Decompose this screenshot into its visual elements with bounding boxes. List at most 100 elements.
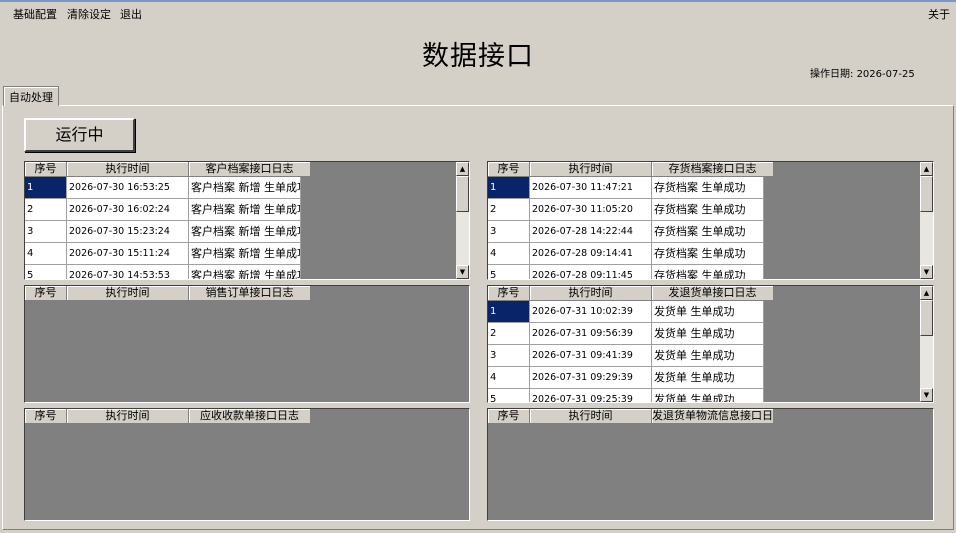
- log-message-cell: 客户档案 新增 生单成功: [189, 243, 301, 265]
- column-header-log[interactable]: 销售订单接口日志: [189, 286, 311, 301]
- exec-time-cell: 2026-07-31 09:41:39: [530, 345, 652, 367]
- exec-time-cell: 2026-07-30 11:05:20: [530, 199, 652, 221]
- table-row[interactable]: 3 2026-07-28 14:22:44 存货档案 生单成功: [488, 221, 764, 243]
- scroll-up-icon[interactable]: ▲: [456, 162, 469, 176]
- log-message-cell: 客户档案 新增 生单成功: [189, 177, 301, 199]
- delivery-logistics-log-grid[interactable]: 序号 执行时间 发退货单物流信息接口日志: [487, 408, 934, 521]
- table-row[interactable]: 1 2026-07-30 16:53:25 客户档案 新增 生单成功: [25, 177, 301, 199]
- row-index-cell: 2: [25, 199, 67, 221]
- running-button[interactable]: 运行中: [24, 118, 135, 152]
- delivery-note-log-grid[interactable]: 序号 执行时间 发退货单接口日志 1 2026-07-31 10:02:39 发货单 生单…: [487, 285, 934, 403]
- scroll-down-icon[interactable]: ▼: [456, 265, 469, 279]
- row-index-cell: 4: [25, 243, 67, 265]
- row-index-cell: 4: [488, 367, 530, 389]
- exec-time-cell: 2026-07-30 15:11:24: [67, 243, 189, 265]
- vertical-scrollbar[interactable]: ▲ ▼: [456, 162, 469, 279]
- exec-time-cell: 2026-07-31 09:25:39: [530, 389, 652, 402]
- exec-time-cell: 2026-07-31 09:56:39: [530, 323, 652, 345]
- column-header-index[interactable]: 序号: [25, 286, 67, 301]
- menu-clear-settings[interactable]: 清除设定: [67, 6, 111, 22]
- column-header-index[interactable]: 序号: [25, 409, 67, 424]
- scroll-up-icon[interactable]: ▲: [920, 162, 933, 176]
- vertical-scrollbar[interactable]: ▲ ▼: [920, 286, 933, 402]
- scrollbar-thumb[interactable]: [920, 176, 933, 212]
- log-message-cell: 存货档案 生单成功: [652, 199, 764, 221]
- row-index-cell: 3: [488, 221, 530, 243]
- vertical-scrollbar[interactable]: ▲ ▼: [920, 162, 933, 279]
- exec-time-cell: 2026-07-30 11:47:21: [530, 177, 652, 199]
- menu-basic-config[interactable]: 基础配置: [13, 6, 57, 22]
- column-header-time[interactable]: 执行时间: [67, 286, 189, 301]
- column-header-index[interactable]: 序号: [488, 409, 530, 424]
- scroll-down-icon[interactable]: ▼: [920, 388, 933, 402]
- scroll-down-icon[interactable]: ▼: [920, 265, 933, 279]
- table-row[interactable]: 5 2026-07-31 09:25:39 发货单 生单成功: [488, 389, 764, 402]
- column-header-index[interactable]: 序号: [488, 286, 530, 301]
- table-row[interactable]: 4 2026-07-30 15:11:24 客户档案 新增 生单成功: [25, 243, 301, 265]
- row-index-cell: 5: [25, 265, 67, 279]
- log-message-cell: 存货档案 生单成功: [652, 221, 764, 243]
- table-row[interactable]: 2 2026-07-30 16:02:24 客户档案 新增 生单成功: [25, 199, 301, 221]
- column-header-time[interactable]: 执行时间: [67, 162, 189, 177]
- log-message-cell: 客户档案 新增 生单成功: [189, 221, 301, 243]
- table-row[interactable]: 3 2026-07-31 09:41:39 发货单 生单成功: [488, 345, 764, 367]
- row-index-cell: 1: [488, 301, 530, 323]
- menu-about[interactable]: 关于: [928, 6, 950, 22]
- row-index-cell: 5: [488, 389, 530, 402]
- scrollbar-thumb[interactable]: [920, 300, 933, 336]
- row-index-cell: 3: [488, 345, 530, 367]
- table-row[interactable]: 2 2026-07-31 09:56:39 发货单 生单成功: [488, 323, 764, 345]
- row-index-cell: 5: [488, 265, 530, 279]
- row-index-cell: 3: [25, 221, 67, 243]
- exec-time-cell: 2026-07-31 10:02:39: [530, 301, 652, 323]
- sales-order-log-grid[interactable]: 序号 执行时间 销售订单接口日志: [24, 285, 470, 403]
- table-row[interactable]: 5 2026-07-30 14:53:53 客户档案 新增 生单成功: [25, 265, 301, 279]
- menu-bar: 基础配置 清除设定 退出 关于: [0, 4, 956, 24]
- log-message-cell: 存货档案 生单成功: [652, 177, 764, 199]
- table-row[interactable]: 4 2026-07-28 09:14:41 存货档案 生单成功: [488, 243, 764, 265]
- column-header-index[interactable]: 序号: [25, 162, 67, 177]
- column-header-time[interactable]: 执行时间: [530, 162, 652, 177]
- column-header-log[interactable]: 发退货单接口日志: [652, 286, 774, 301]
- table-row[interactable]: 5 2026-07-28 09:11:45 存货档案 生单成功: [488, 265, 764, 279]
- column-header-log[interactable]: 客户档案接口日志: [189, 162, 311, 177]
- column-header-log[interactable]: 应收收款单接口日志: [189, 409, 311, 424]
- table-row[interactable]: 2 2026-07-30 11:05:20 存货档案 生单成功: [488, 199, 764, 221]
- log-message-cell: 客户档案 新增 生单成功: [189, 265, 301, 279]
- scroll-up-icon[interactable]: ▲: [920, 286, 933, 300]
- table-row[interactable]: 1 2026-07-31 10:02:39 发货单 生单成功: [488, 301, 764, 323]
- customer-archive-log-grid[interactable]: 序号 执行时间 客户档案接口日志 1 2026-07-30 16:53:25 客户档案 新…: [24, 161, 470, 280]
- receivable-receipt-log-grid[interactable]: 序号 执行时间 应收收款单接口日志: [24, 408, 470, 521]
- log-message-cell: 发货单 生单成功: [652, 367, 764, 389]
- log-message-cell: 存货档案 生单成功: [652, 265, 764, 279]
- log-message-cell: 发货单 生单成功: [652, 345, 764, 367]
- row-index-cell: 1: [25, 177, 67, 199]
- column-header-time[interactable]: 执行时间: [530, 286, 652, 301]
- column-header-index[interactable]: 序号: [488, 162, 530, 177]
- exec-time-cell: 2026-07-28 09:11:45: [530, 265, 652, 279]
- row-index-cell: 2: [488, 199, 530, 221]
- exec-time-cell: 2026-07-30 16:02:24: [67, 199, 189, 221]
- log-message-cell: 发货单 生单成功: [652, 301, 764, 323]
- inventory-archive-log-grid[interactable]: 序号 执行时间 存货档案接口日志 1 2026-07-30 11:47:21 存货档案 生…: [487, 161, 934, 280]
- table-row[interactable]: 3 2026-07-30 15:23:24 客户档案 新增 生单成功: [25, 221, 301, 243]
- column-header-log[interactable]: 存货档案接口日志: [652, 162, 774, 177]
- operation-date-value: 2026-07-25: [856, 69, 915, 80]
- tab-auto-process[interactable]: 自动处理: [3, 86, 59, 106]
- menu-exit[interactable]: 退出: [120, 6, 142, 22]
- log-message-cell: 发货单 生单成功: [652, 389, 764, 402]
- exec-time-cell: 2026-07-30 14:53:53: [67, 265, 189, 279]
- log-message-cell: 发货单 生单成功: [652, 323, 764, 345]
- exec-time-cell: 2026-07-28 09:14:41: [530, 243, 652, 265]
- table-row[interactable]: 1 2026-07-30 11:47:21 存货档案 生单成功: [488, 177, 764, 199]
- window-top-border: [0, 0, 956, 2]
- column-header-log[interactable]: 发退货单物流信息接口日志: [652, 409, 774, 424]
- table-row[interactable]: 4 2026-07-31 09:29:39 发货单 生单成功: [488, 367, 764, 389]
- exec-time-cell: 2026-07-30 15:23:24: [67, 221, 189, 243]
- operation-date: 操作日期: 2026-07-25: [810, 65, 915, 80]
- row-index-cell: 1: [488, 177, 530, 199]
- column-header-time[interactable]: 执行时间: [67, 409, 189, 424]
- column-header-time[interactable]: 执行时间: [530, 409, 652, 424]
- exec-time-cell: 2026-07-28 14:22:44: [530, 221, 652, 243]
- scrollbar-thumb[interactable]: [456, 176, 469, 212]
